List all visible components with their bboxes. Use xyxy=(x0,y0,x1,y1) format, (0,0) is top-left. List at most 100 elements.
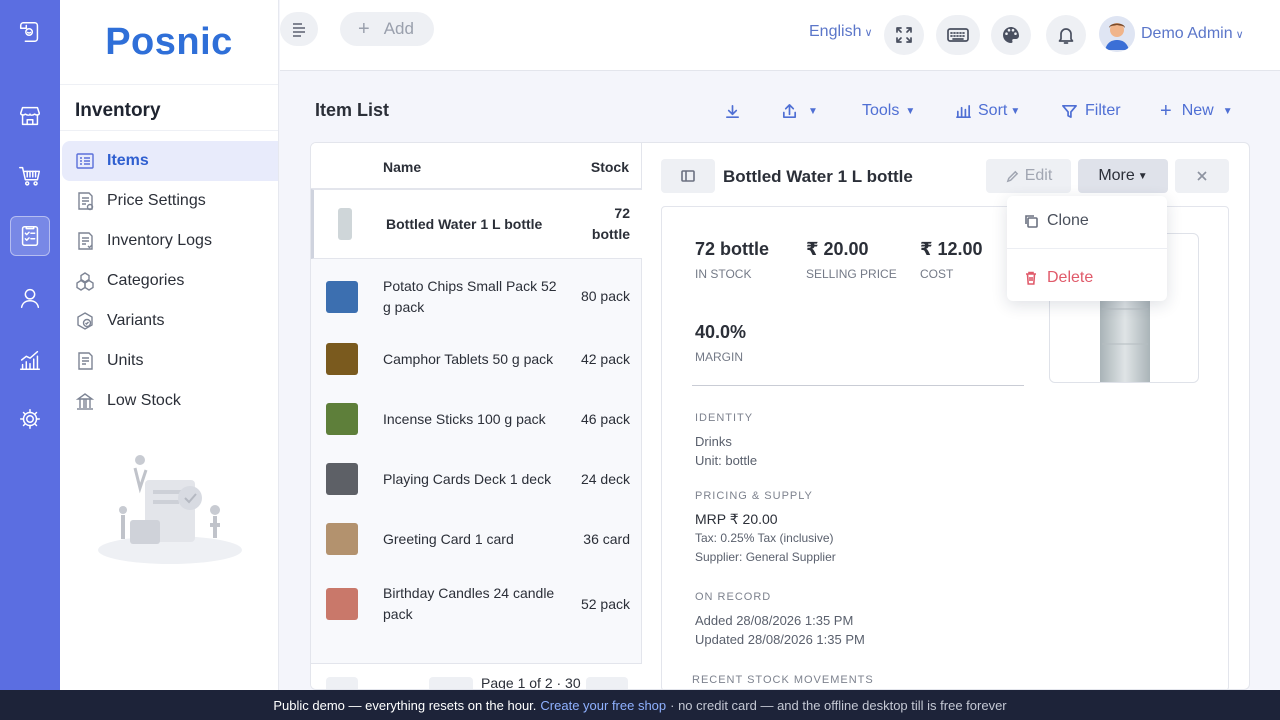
inventory-icon[interactable] xyxy=(10,216,50,256)
pencil-icon xyxy=(1006,170,1018,182)
sidebar-item-low-stock[interactable]: Low Stock xyxy=(62,381,278,421)
copy-icon xyxy=(1025,215,1038,228)
edit-button[interactable]: Edit xyxy=(986,159,1071,193)
language-selector[interactable]: English ∨ xyxy=(809,23,873,41)
page-2-button[interactable]: 2 xyxy=(429,677,473,689)
sort-dropdown[interactable]: Sort ▼ xyxy=(955,99,1020,123)
fullscreen-icon xyxy=(896,27,912,43)
list-item[interactable]: Camphor Tablets 50 g pack 42 pack xyxy=(311,329,642,389)
caret-down-icon: ▼ xyxy=(808,105,818,117)
next-page-button[interactable] xyxy=(586,677,628,689)
metric-margin: 40.0% MARGIN xyxy=(695,322,746,364)
sidebar-item-categories[interactable]: Categories xyxy=(62,261,278,301)
user-menu[interactable]: Demo Admin ∨ xyxy=(1099,16,1244,52)
record-section: ON RECORD Added 28/08/2026 1:35 PM Updat… xyxy=(695,588,865,649)
export-button[interactable]: ▼ xyxy=(781,99,818,123)
new-dropdown[interactable]: + New ▼ xyxy=(1160,99,1233,123)
column-header-name[interactable]: Name xyxy=(383,159,421,175)
sidebar-item-items[interactable]: Items xyxy=(62,141,278,181)
sidebar-item-label: Low Stock xyxy=(107,392,181,409)
detail-header: Bottled Water 1 L bottle Edit More ▼ xyxy=(661,159,1231,193)
supplier-value: Supplier: General Supplier xyxy=(695,550,836,564)
metric-label: MARGIN xyxy=(695,350,743,364)
page-1-button[interactable]: 1 xyxy=(381,677,417,689)
item-list: Name Stock Bottled Water 1 L bottle 72 bo… xyxy=(311,143,642,690)
menu-toggle-button[interactable] xyxy=(280,12,318,46)
trash-icon xyxy=(1026,271,1036,285)
section-heading: ON RECORD xyxy=(695,591,772,603)
list-item[interactable] xyxy=(311,651,642,663)
list-item[interactable]: Birthday Candles 24 candle pack 52 pack xyxy=(311,569,642,639)
item-name: Birthday Candles 24 candle pack xyxy=(383,585,555,622)
identity-section: IDENTITY Drinks Unit: bottle xyxy=(695,409,757,470)
sidebar-item-label: Variants xyxy=(107,312,165,329)
list-item[interactable]: Bottled Water 1 L bottle 72 bottle xyxy=(311,189,642,259)
item-stock: 46 pack xyxy=(580,410,630,427)
language-label: English xyxy=(809,23,862,40)
inventory-logs-icon xyxy=(74,230,96,252)
section-heading: PRICING & SUPPLY xyxy=(695,490,813,502)
download-button[interactable] xyxy=(724,99,741,123)
add-button[interactable]: + Add xyxy=(340,12,434,46)
app-logo-icon[interactable] xyxy=(10,12,50,52)
chevron-down-icon: ∨ xyxy=(1235,28,1244,41)
list-item[interactable]: Potato Chips Small Pack 52 g pack 80 pack xyxy=(311,264,642,329)
divider xyxy=(692,385,1024,386)
list-item[interactable]: Incense Sticks 100 g pack 46 pack xyxy=(311,389,642,449)
delete-menu-item[interactable]: Delete xyxy=(1023,269,1093,287)
item-thumbnail xyxy=(326,343,358,375)
list-item[interactable]: Greeting Card 1 card 36 card xyxy=(311,509,642,569)
theme-button[interactable] xyxy=(991,15,1031,55)
keyboard-button[interactable] xyxy=(936,15,980,55)
create-shop-link[interactable]: Create your free shop xyxy=(540,698,666,713)
notifications-button[interactable] xyxy=(1046,15,1086,55)
sidebar-item-label: Categories xyxy=(107,272,185,289)
menu-lines-icon xyxy=(293,23,305,37)
bar-chart-icon xyxy=(956,104,971,118)
low-stock-icon xyxy=(74,390,96,412)
sidebar-title: Inventory xyxy=(60,85,278,131)
upload-icon xyxy=(782,103,797,118)
more-label: More xyxy=(1098,167,1135,184)
demo-banner: Public demo — everything resets on the h… xyxy=(0,690,1280,720)
sidebar-item-label: Inventory Logs xyxy=(107,232,212,249)
close-button[interactable] xyxy=(1175,159,1229,193)
fullscreen-button[interactable] xyxy=(884,15,924,55)
item-stock: 36 card xyxy=(583,530,630,547)
sort-label: Sort xyxy=(978,102,1008,119)
store-icon[interactable] xyxy=(10,96,50,136)
user-icon[interactable] xyxy=(10,278,50,318)
sidebar-panel-icon xyxy=(681,170,695,182)
reports-icon[interactable] xyxy=(10,340,50,380)
item-stock: 42 pack xyxy=(580,350,630,367)
metric-label: IN STOCK xyxy=(695,267,752,281)
sidebar-item-price-settings[interactable]: Price Settings xyxy=(62,181,278,221)
new-label: New xyxy=(1181,102,1214,119)
sidebar-item-units[interactable]: Units xyxy=(62,341,278,381)
pricing-section: PRICING & SUPPLY MRP ₹ 20.00 Tax: 0.25% … xyxy=(695,487,836,567)
brand-logo[interactable]: Posnic xyxy=(60,0,278,85)
units-icon xyxy=(74,350,96,372)
prev-page-button[interactable] xyxy=(326,677,358,689)
more-dropdown[interactable]: More ▼ xyxy=(1078,159,1168,193)
settings-icon[interactable] xyxy=(10,399,50,439)
metric-in-stock: 72 bottle IN STOCK xyxy=(695,239,769,281)
pagination-info: Page 1 of 2 · 30 xyxy=(481,675,581,690)
clone-menu-item[interactable]: Clone xyxy=(1023,212,1089,230)
inventory-illustration xyxy=(98,455,242,564)
bell-icon xyxy=(1058,28,1074,44)
column-header-stock[interactable]: Stock xyxy=(591,159,629,175)
updated-value: Updated 28/08/2026 1:35 PM xyxy=(695,632,865,647)
filter-button[interactable]: Filter xyxy=(1061,99,1121,123)
tools-label: Tools xyxy=(862,102,900,119)
sidebar-item-variants[interactable]: Variants xyxy=(62,301,278,341)
sidebar-item-inventory-logs[interactable]: Inventory Logs xyxy=(62,221,278,261)
cart-icon[interactable] xyxy=(10,156,50,196)
item-stock: 52 pack xyxy=(580,595,630,612)
list-item[interactable]: Playing Cards Deck 1 deck 24 deck xyxy=(311,449,642,509)
plus-icon: + xyxy=(358,17,370,40)
item-thumbnail xyxy=(326,588,358,620)
toggle-panel-button[interactable] xyxy=(661,159,715,193)
delete-label: Delete xyxy=(1047,269,1094,286)
tools-dropdown[interactable]: Tools ▼ xyxy=(862,99,915,123)
